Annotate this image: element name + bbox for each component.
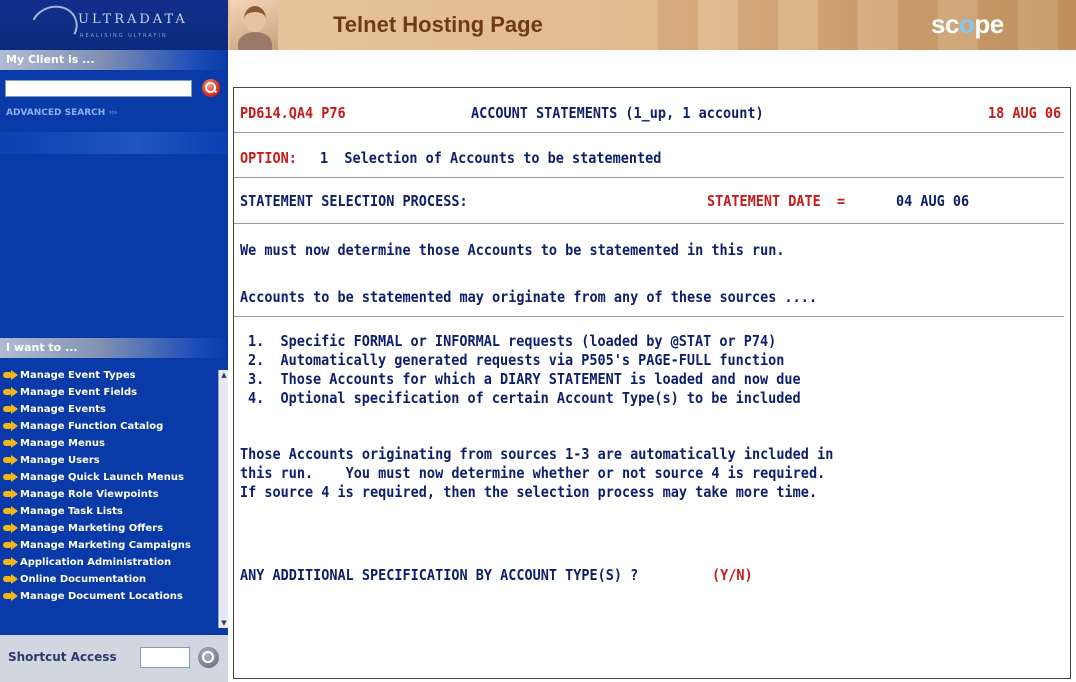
- menu-item-online-documentation[interactable]: Online Documentation: [0, 574, 218, 585]
- menu-item-manage-quick-launch-menus[interactable]: Manage Quick Launch Menus: [0, 472, 218, 483]
- arrow-right-icon: [3, 370, 19, 380]
- prompt-text: ANY ADDITIONAL SPECIFICATION BY ACCOUNT …: [240, 566, 639, 584]
- scroll-down-icon[interactable]: ▼: [220, 619, 228, 627]
- double-arrow-icon: ›››: [108, 108, 117, 118]
- menu-item-manage-task-lists[interactable]: Manage Task Lists: [0, 506, 218, 517]
- ultradata-logo: ULTRADATA REALISING ULTRAFIN: [0, 0, 228, 55]
- header-background-pattern: [658, 0, 1076, 50]
- menu-item-manage-users[interactable]: Manage Users: [0, 455, 218, 466]
- arrow-right-icon: [3, 540, 19, 550]
- divider: [234, 223, 1064, 224]
- arrow-right-icon: [3, 557, 19, 567]
- arrow-right-icon: [3, 421, 19, 431]
- menu-item-label: Manage Marketing Offers: [20, 523, 164, 534]
- menu-item-manage-document-locations[interactable]: Manage Document Locations: [0, 591, 218, 602]
- menu-item-manage-event-types[interactable]: Manage Event Types: [0, 370, 218, 381]
- sidebar-divider: [0, 132, 228, 154]
- menu-item-manage-marketing-offers[interactable]: Manage Marketing Offers: [0, 523, 218, 534]
- client-search-input[interactable]: [5, 80, 192, 97]
- shortcut-access-bar: Shortcut Access: [0, 635, 228, 682]
- menu-item-manage-marketing-campaigns[interactable]: Manage Marketing Campaigns: [0, 540, 218, 551]
- menu-item-application-administration[interactable]: Application Administration: [0, 557, 218, 568]
- menu-scrollbar[interactable]: ▲ ▼: [218, 370, 228, 628]
- menu-item-manage-events[interactable]: Manage Events: [0, 404, 218, 415]
- iwant-section-heading: I want to ...: [0, 338, 228, 358]
- source-item-4: 4. Optional specification of certain Acc…: [248, 389, 801, 407]
- divider: [234, 177, 1064, 178]
- menu-item-manage-function-catalog[interactable]: Manage Function Catalog: [0, 421, 218, 432]
- divider: [234, 316, 1064, 317]
- arrow-right-icon: [3, 574, 19, 584]
- prompt-options: (Y/N): [712, 566, 753, 584]
- menu-item-label: Application Administration: [20, 557, 172, 568]
- shortcut-access-label: Shortcut Access: [8, 650, 117, 664]
- source-item-3: 3. Those Accounts for which a DIARY STAT…: [248, 370, 801, 388]
- menu-item-manage-event-fields[interactable]: Manage Event Fields: [0, 387, 218, 398]
- program-id: PD614.QA4 P76: [240, 104, 346, 122]
- source-item-1: 1. Specific FORMAL or INFORMAL requests …: [248, 332, 777, 350]
- paragraph-line-2: this run. You must now determine whether…: [240, 464, 826, 482]
- menu-item-label: Manage Role Viewpoints: [20, 489, 159, 500]
- intro-line-2: Accounts to be statemented may originate…: [240, 288, 818, 306]
- menu-item-label: Manage Quick Launch Menus: [20, 472, 184, 483]
- menu-item-label: Manage Events: [20, 404, 106, 415]
- arrow-right-icon: [3, 455, 19, 465]
- arrow-right-icon: [3, 404, 19, 414]
- arrow-right-icon: [3, 523, 19, 533]
- selection-process-label: STATEMENT SELECTION PROCESS:: [240, 192, 468, 210]
- menu-item-label: Manage Function Catalog: [20, 421, 164, 432]
- divider: [234, 132, 1064, 133]
- sidebar: ULTRADATA REALISING ULTRAFIN My Client i…: [0, 0, 228, 682]
- avatar: [230, 0, 278, 50]
- globe-icon: o: [958, 9, 975, 39]
- menu-item-label: Manage Document Locations: [20, 591, 183, 602]
- paragraph-line-1: Those Accounts originating from sources …: [240, 445, 834, 463]
- screen-title: ACCOUNT STATEMENTS (1_up, 1 account): [471, 104, 764, 122]
- intro-line-1: We must now determine those Accounts to …: [240, 241, 785, 259]
- logo-swoosh-icon: [24, 0, 84, 55]
- scope-logo-right: pe: [974, 9, 1004, 39]
- shortcut-access-input[interactable]: [140, 647, 190, 668]
- client-section-heading: My Client is ...: [0, 50, 228, 70]
- search-icon[interactable]: [202, 79, 220, 97]
- statement-date-value: 04 AUG 06: [896, 192, 970, 210]
- menu-item-label: Manage Users: [20, 455, 100, 466]
- logo-tagline: REALISING ULTRAFIN: [80, 33, 168, 39]
- option-label: OPTION:: [240, 149, 297, 167]
- magnifier-icon[interactable]: [198, 647, 219, 668]
- scroll-up-icon[interactable]: ▲: [220, 371, 228, 379]
- advanced-search-link[interactable]: ADVANCED SEARCH ›››: [6, 108, 118, 118]
- arrow-right-icon: [3, 387, 19, 397]
- task-menu-list: Manage Event Types Manage Event Fields M…: [0, 370, 218, 628]
- menu-item-manage-menus[interactable]: Manage Menus: [0, 438, 218, 449]
- screen-date: 18 AUG 06: [988, 104, 1062, 122]
- telnet-terminal[interactable]: PD614.QA4 P76 ACCOUNT STATEMENTS (1_up, …: [233, 87, 1071, 679]
- arrow-right-icon: [3, 591, 19, 601]
- menu-item-manage-role-viewpoints[interactable]: Manage Role Viewpoints: [0, 489, 218, 500]
- advanced-search-label: ADVANCED SEARCH: [6, 108, 106, 118]
- avatar-body: [238, 32, 272, 50]
- arrow-right-icon: [3, 472, 19, 482]
- scope-logo: scope: [931, 9, 1004, 40]
- arrow-right-icon: [3, 489, 19, 499]
- page-title: Telnet Hosting Page: [333, 12, 543, 37]
- statement-date-label: STATEMENT DATE =: [707, 192, 846, 210]
- option-value: 1 Selection of Accounts to be statemente…: [320, 149, 662, 167]
- menu-item-label: Manage Task Lists: [20, 506, 123, 517]
- paragraph-line-3: If source 4 is required, then the select…: [240, 483, 818, 501]
- menu-item-label: Online Documentation: [20, 574, 147, 585]
- arrow-right-icon: [3, 438, 19, 448]
- menu-item-label: Manage Event Fields: [20, 387, 138, 398]
- menu-item-label: Manage Marketing Campaigns: [20, 540, 191, 551]
- source-item-2: 2. Automatically generated requests via …: [248, 351, 785, 369]
- menu-item-label: Manage Event Types: [20, 370, 136, 381]
- page-header: Telnet Hosting Page scope: [228, 0, 1076, 50]
- menu-item-label: Manage Menus: [20, 438, 105, 449]
- logo-text: ULTRADATA: [78, 12, 188, 27]
- arrow-right-icon: [3, 506, 19, 516]
- avatar-head: [244, 6, 266, 32]
- scope-logo-left: sc: [931, 9, 959, 39]
